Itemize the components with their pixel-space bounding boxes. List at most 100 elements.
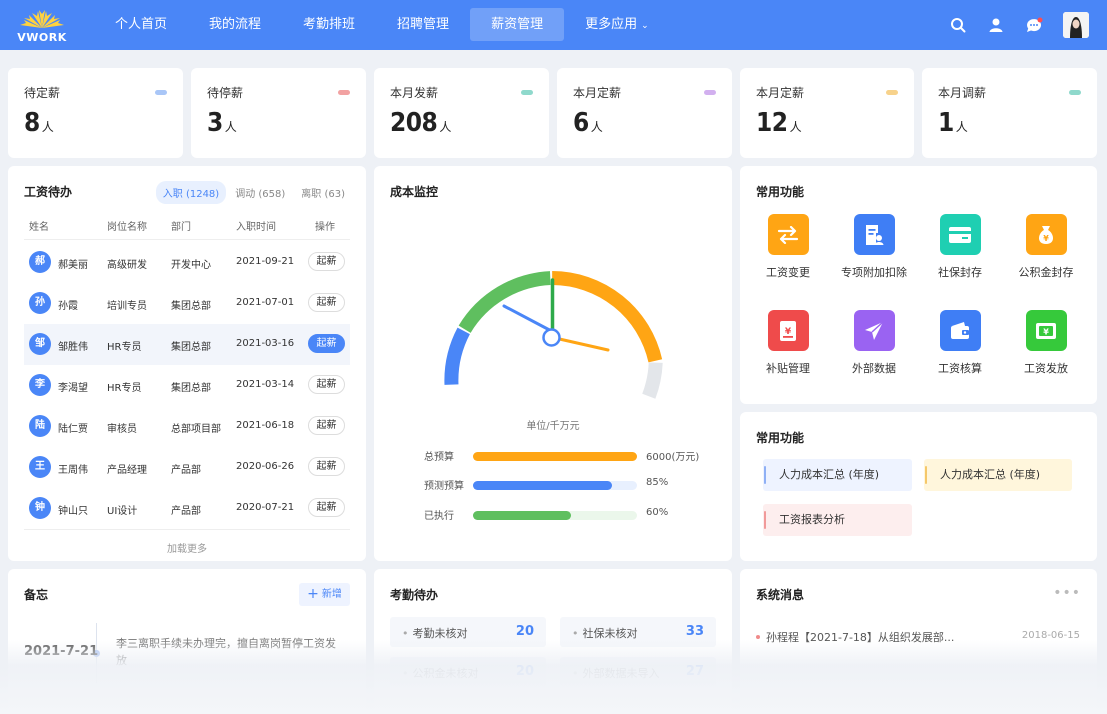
function-salary-change[interactable]: 工资变更 <box>745 214 831 280</box>
user-icon[interactable] <box>983 12 1009 38</box>
report-labor-cost-2[interactable]: 人力成本汇总 (年度) <box>924 459 1072 491</box>
vwork-logo[interactable]: VWORK <box>14 6 70 44</box>
function-subsidy-management[interactable]: ¥ 补贴管理 <box>745 310 831 376</box>
start-salary-button[interactable]: 起薪 <box>308 334 345 353</box>
gauge-center <box>542 328 561 347</box>
message-item[interactable]: 孙程程【2021-7-18】从组织发展部... 2018-06-15 <box>755 629 1080 649</box>
card-title: 常用功能 <box>756 431 805 445</box>
budget-bar-executed: 已执行 60% <box>424 507 704 522</box>
stat-card-month-set-2[interactable]: 本月定薪 12 人 <box>740 68 914 158</box>
nav-more-apps[interactable]: 更多应用 ⌄ <box>564 8 670 41</box>
function-label: 工资发放 <box>1024 362 1068 375</box>
start-salary-button[interactable]: 起薪 <box>308 375 345 394</box>
report-salary-analysis[interactable]: 工资报表分析 <box>763 504 912 536</box>
nav-attendance[interactable]: 考勤排班 <box>282 8 376 41</box>
message-date: 2018-06-15 <box>1021 630 1080 641</box>
hire-date: 2021-09-21 <box>236 256 295 267</box>
stat-card-month-set-1[interactable]: 本月定薪 6人 <box>557 68 732 158</box>
table-row: 王 王周伟 产品经理 产品部 2020-06-26 起薪 <box>24 447 350 488</box>
attendance-label: 考勤未核对 <box>402 625 468 641</box>
avatar: 钟 <box>29 497 51 519</box>
logo-text: VWORK <box>17 31 67 44</box>
bar-value: 85% <box>646 477 669 488</box>
add-label: 新增 <box>321 589 342 600</box>
bar-fill <box>473 481 613 490</box>
tab-resign[interactable]: 离职 (63) <box>294 181 352 204</box>
tab-onboard[interactable]: 入职 (1248) <box>155 181 227 204</box>
bar-label: 总预算 <box>424 452 454 463</box>
hire-date: 2021-06-18 <box>236 420 295 431</box>
column-header: 入职时间 <box>236 222 276 233</box>
stat-card-month-adjust[interactable]: 本月调薪 1人 <box>922 68 1097 158</box>
employee-name: 钟山只 <box>58 506 88 517</box>
employee-name: 郝美丽 <box>58 260 88 271</box>
stat-indicator <box>338 90 350 95</box>
payroll-tabs: 入职 (1248) 调动 (658) 离职 (63) <box>154 181 352 204</box>
add-memo-button[interactable]: + 新增 <box>299 583 350 606</box>
tab-transfer[interactable]: 调动 (658) <box>228 181 292 204</box>
start-salary-button[interactable]: 起薪 <box>308 293 345 312</box>
column-header: 部门 <box>171 222 191 233</box>
function-special-deduction[interactable]: 专项附加扣除 <box>831 214 917 280</box>
stat-label: 本月定薪 <box>573 86 622 100</box>
employee-name: 王周伟 <box>58 465 88 476</box>
payroll-todo-card: 工资待办 入职 (1248) 调动 (658) 离职 (63) 姓名 岗位名称 … <box>8 166 366 561</box>
search-icon[interactable] <box>945 12 971 38</box>
avatar[interactable] <box>1063 12 1089 38</box>
attendance-count: 33 <box>685 624 704 639</box>
send-icon <box>853 310 895 351</box>
function-salary-calculation[interactable]: 工资核算 <box>917 310 1003 376</box>
employee-name: 陆仁贾 <box>58 424 88 435</box>
start-salary-button[interactable]: 起薪 <box>308 416 345 435</box>
memo-text[interactable]: 李三离职手续未办理完，擅自离岗暂停工资发放 <box>116 635 346 669</box>
nav-my-flow[interactable]: 我的流程 <box>188 8 282 41</box>
bar-track <box>473 452 637 461</box>
more-icon[interactable]: ••• <box>1053 585 1081 601</box>
stat-card-pending-stop[interactable]: 待停薪 3人 <box>191 68 366 158</box>
function-label: 公积金封存 <box>1018 266 1074 279</box>
position: 产品经理 <box>107 465 147 476</box>
stat-value: 12 人 <box>756 108 802 138</box>
hire-date: 2021-03-16 <box>236 338 295 349</box>
attendance-item[interactable]: 公积金未核对 20 <box>390 657 546 687</box>
start-salary-button[interactable]: 起薪 <box>308 498 345 517</box>
swap-icon <box>767 214 809 255</box>
start-salary-button[interactable]: 起薪 <box>308 252 345 271</box>
svg-text:¥: ¥ <box>785 327 792 337</box>
report-labor-cost-1[interactable]: 人力成本汇总 (年度) <box>763 459 912 491</box>
function-salary-payment[interactable]: ¥ 工资发放 <box>1003 310 1089 376</box>
reports-card: 常用功能 人力成本汇总 (年度) 人力成本汇总 (年度) 工资报表分析 <box>740 412 1097 561</box>
nav-salary[interactable]: 薪资管理 <box>470 8 565 41</box>
start-salary-button[interactable]: 起薪 <box>308 457 345 476</box>
attendance-item[interactable]: 外部数据未导入 27 <box>560 657 716 687</box>
function-label: 工资变更 <box>766 266 810 279</box>
nav-home[interactable]: 个人首页 <box>94 8 188 41</box>
message-icon[interactable] <box>1021 12 1047 38</box>
function-external-data[interactable]: 外部数据 <box>831 310 917 376</box>
svg-text:¥: ¥ <box>1043 327 1049 336</box>
table-row: 李 李渴望 HR专员 集团总部 2021-03-14 起薪 <box>24 365 350 406</box>
attendance-item[interactable]: 社保未核对 33 <box>560 617 716 647</box>
department: 集团总部 <box>171 383 211 394</box>
stat-card-month-paid[interactable]: 本月发薪 208 人 <box>374 68 549 158</box>
table-row: 孙 孙霞 培训专员 集团总部 2021-07-01 起薪 <box>24 283 350 324</box>
card-title: 工资待办 <box>24 185 73 199</box>
table-header: 姓名 岗位名称 部门 入职时间 操作 <box>24 212 350 240</box>
deduction-icon <box>853 214 895 255</box>
nav-recruitment[interactable]: 招聘管理 <box>376 8 470 41</box>
stat-value: 3人 <box>207 108 237 138</box>
table-row: 郝 郝美丽 高级研发 开发中心 2021-09-21 起薪 <box>24 242 350 283</box>
load-more-link[interactable]: 加载更多 <box>24 529 350 555</box>
gauge-arc-green <box>458 271 551 333</box>
function-fund-freeze[interactable]: ¥ 公积金封存 <box>1003 214 1089 280</box>
attendance-item[interactable]: 考勤未核对 20 <box>390 617 546 647</box>
svg-text:¥: ¥ <box>1043 234 1049 243</box>
attendance-count: 20 <box>515 624 534 639</box>
function-social-security-freeze[interactable]: 社保封存 <box>917 214 1003 280</box>
column-header: 操作 <box>315 222 335 233</box>
avatar: 王 <box>29 456 51 478</box>
column-header: 岗位名称 <box>107 222 147 233</box>
stat-indicator <box>886 90 898 95</box>
nav-label: 更多应用 <box>585 17 638 32</box>
stat-card-pending-set[interactable]: 待定薪 8人 <box>8 68 183 158</box>
